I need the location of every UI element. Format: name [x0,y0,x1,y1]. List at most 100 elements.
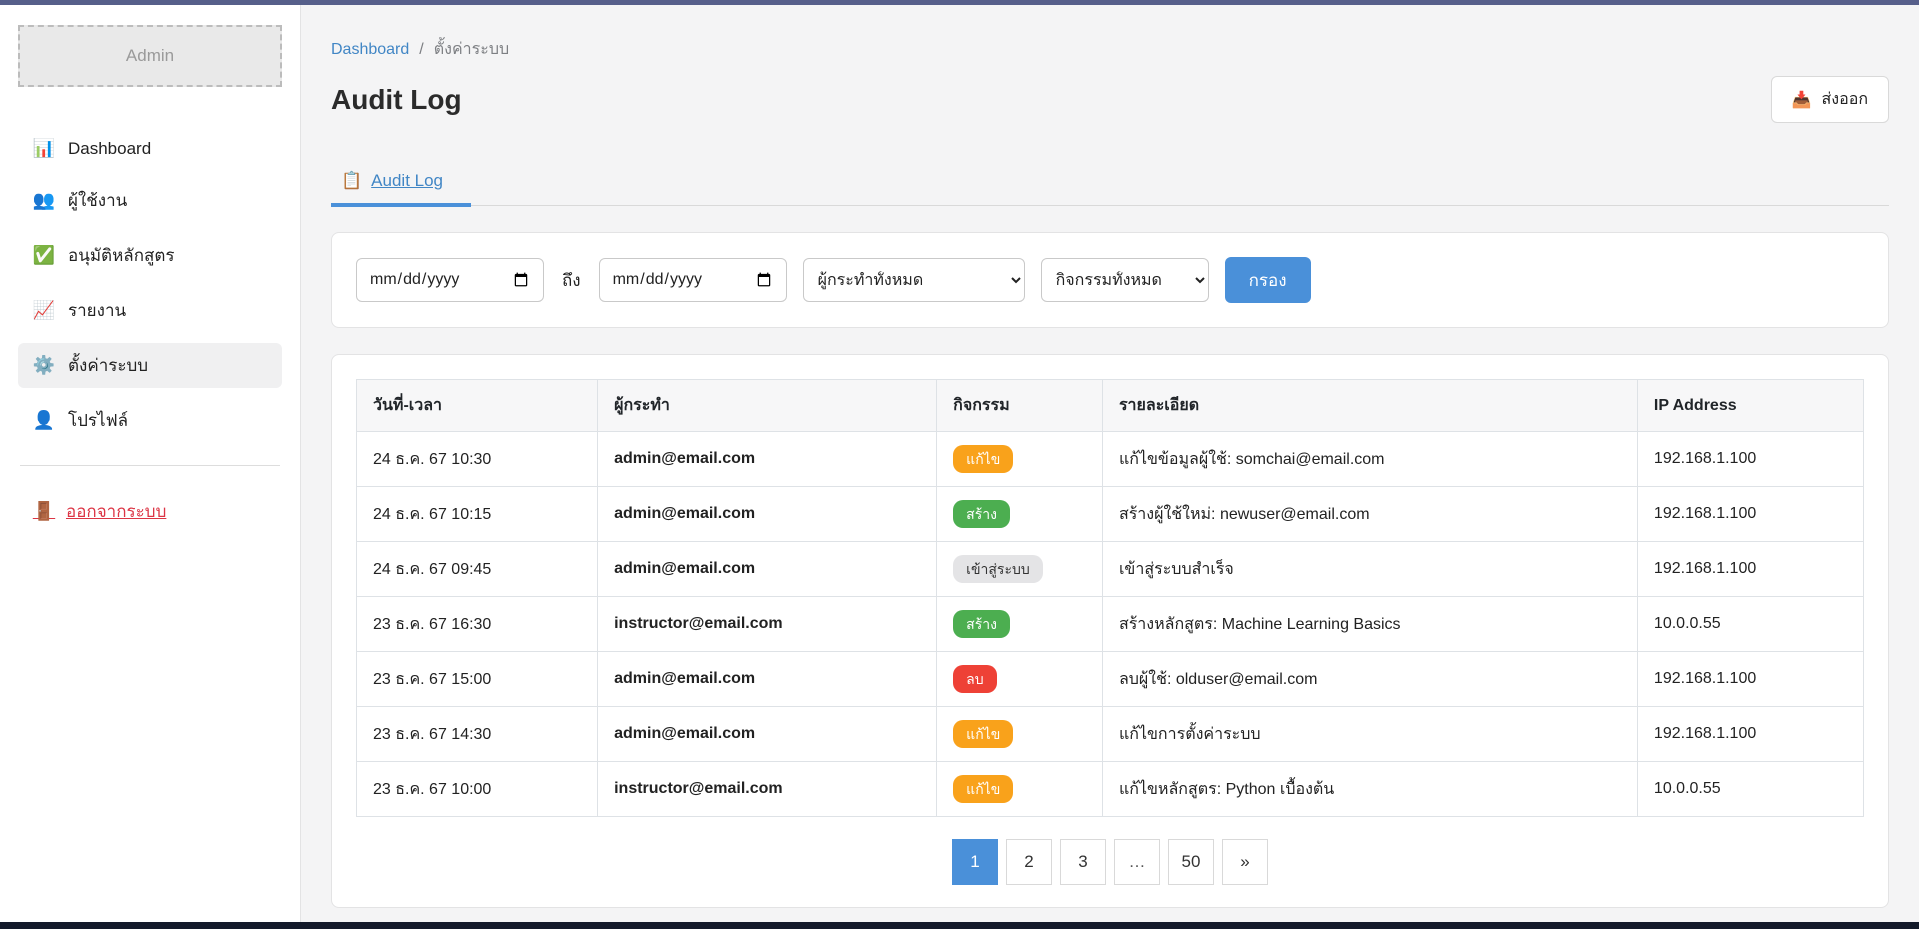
sidebar-item-system-settings[interactable]: ⚙️ ตั้งค่าระบบ [18,343,282,388]
action-badge: เข้าสู่ระบบ [953,555,1043,583]
chart-line-icon: 📈 [32,300,56,321]
export-button-label: ส่งออก [1822,87,1868,112]
tab-audit-log[interactable]: 📋 Audit Log [331,171,471,207]
filter-button[interactable]: กรอง [1225,257,1311,303]
bar-chart-icon: 📊 [32,138,56,159]
cell-details: แก้ไขการตั้งค่าระบบ [1102,707,1637,762]
header-details: รายละเอียด [1102,380,1637,432]
cell-datetime: 23 ธ.ค. 67 15:00 [357,652,598,707]
breadcrumb: Dashboard / ตั้งค่าระบบ [331,37,1889,62]
export-button[interactable]: 📥 ส่งออก [1771,76,1889,123]
main-content: Dashboard / ตั้งค่าระบบ Audit Log 📥 ส่งอ… [301,5,1919,922]
header-activity: กิจกรรม [937,380,1103,432]
sidebar-item-label: Dashboard [68,139,151,159]
sidebar-item-profile[interactable]: 👤 โปรไฟล์ [18,398,282,443]
table-row: 23 ธ.ค. 67 14:30 admin@email.com แก้ไข แ… [357,707,1864,762]
cell-details: สร้างผู้ใช้ใหม่: newuser@email.com [1102,487,1637,542]
action-badge: แก้ไข [953,720,1013,748]
cell-actor: admin@email.com [598,432,937,487]
cell-details: แก้ไขหลักสูตร: Python เบื้องต้น [1102,762,1637,817]
sidebar-item-label: รายงาน [68,297,126,324]
table-row: 23 ธ.ค. 67 15:00 admin@email.com ลบ ลบผู… [357,652,1864,707]
cell-activity: ลบ [937,652,1103,707]
app-window: Admin 📊 Dashboard 👥 ผู้ใช้งาน ✅ อนุมัติห… [0,0,1919,929]
table-row: 23 ธ.ค. 67 16:30 instructor@email.com สร… [357,597,1864,652]
download-tray-icon: 📥 [1792,90,1812,110]
actor-select[interactable]: ผู้กระทำทั้งหมด [803,258,1025,302]
pagination-next-button[interactable]: » [1222,839,1268,885]
action-badge: ลบ [953,665,996,693]
pagination-page-1[interactable]: 1 [952,839,998,885]
cell-datetime: 24 ธ.ค. 67 09:45 [357,542,598,597]
cell-activity: แก้ไข [937,762,1103,817]
sidebar-item-reports[interactable]: 📈 รายงาน [18,288,282,333]
sidebar-divider [20,465,280,466]
cell-ip: 192.168.1.100 [1637,542,1863,597]
page-title: Audit Log [331,84,462,116]
cell-actor: admin@email.com [598,542,937,597]
table-row: 24 ธ.ค. 67 10:15 admin@email.com สร้าง ส… [357,487,1864,542]
door-icon: 🚪 [32,501,56,522]
action-badge: แก้ไข [953,445,1013,473]
cell-actor: instructor@email.com [598,762,937,817]
cell-datetime: 23 ธ.ค. 67 14:30 [357,707,598,762]
header-datetime: วันที่-เวลา [357,380,598,432]
breadcrumb-separator: / [419,41,423,59]
cell-details: แก้ไขข้อมูลผู้ใช้: somchai@email.com [1102,432,1637,487]
table-row: 23 ธ.ค. 67 10:00 instructor@email.com แก… [357,762,1864,817]
action-badge: สร้าง [953,500,1010,528]
cell-activity: เข้าสู่ระบบ [937,542,1103,597]
header-actor: ผู้กระทำ [598,380,937,432]
users-icon: 👥 [32,190,56,211]
cell-actor: admin@email.com [598,707,937,762]
cell-details: ลบผู้ใช้: olduser@email.com [1102,652,1637,707]
clipboard-icon: 📋 [341,171,362,191]
sidebar-item-users[interactable]: 👥 ผู้ใช้งาน [18,178,282,223]
date-to-input[interactable] [599,258,787,302]
sidebar-nav: 📊 Dashboard 👥 ผู้ใช้งาน ✅ อนุมัติหลักสูต… [0,129,300,443]
table-header-row: วันที่-เวลา ผู้กระทำ กิจกรรม รายละเอียด … [357,380,1864,432]
cell-datetime: 24 ธ.ค. 67 10:15 [357,487,598,542]
action-badge: แก้ไข [953,775,1013,803]
admin-logo-label: Admin [126,46,174,66]
cell-actor: admin@email.com [598,652,937,707]
audit-log-panel: วันที่-เวลา ผู้กระทำ กิจกรรม รายละเอียด … [331,354,1889,908]
date-from-input[interactable] [356,258,544,302]
sidebar-item-dashboard[interactable]: 📊 Dashboard [18,129,282,168]
table-row: 24 ธ.ค. 67 09:45 admin@email.com เข้าสู่… [357,542,1864,597]
cell-ip: 10.0.0.55 [1637,762,1863,817]
cell-activity: สร้าง [937,597,1103,652]
sidebar-item-label: โปรไฟล์ [68,407,128,434]
cell-datetime: 24 ธ.ค. 67 10:30 [357,432,598,487]
sidebar-item-label: ตั้งค่าระบบ [68,352,148,379]
check-icon: ✅ [32,245,56,266]
admin-logo-placeholder: Admin [18,25,282,87]
person-icon: 👤 [32,410,56,431]
tab-bar: 📋 Audit Log [331,171,1889,206]
gear-icon: ⚙️ [32,355,56,376]
logout-label: ออกจากระบบ [66,498,166,525]
pagination-ellipsis: … [1114,839,1160,885]
date-range-to-label: ถึง [560,267,583,294]
pagination-page-3[interactable]: 3 [1060,839,1106,885]
window-bottom-border [0,922,1919,929]
sidebar-item-course-approval[interactable]: ✅ อนุมัติหลักสูตร [18,233,282,278]
audit-log-table: วันที่-เวลา ผู้กระทำ กิจกรรม รายละเอียด … [356,379,1864,817]
pagination-page-2[interactable]: 2 [1006,839,1052,885]
action-badge: สร้าง [953,610,1010,638]
cell-activity: สร้าง [937,487,1103,542]
logout-link[interactable]: 🚪 ออกจากระบบ [18,492,282,531]
header-ip-address: IP Address [1637,380,1863,432]
cell-ip: 192.168.1.100 [1637,707,1863,762]
sidebar: Admin 📊 Dashboard 👥 ผู้ใช้งาน ✅ อนุมัติห… [0,5,301,922]
cell-activity: แก้ไข [937,707,1103,762]
sidebar-item-label: ผู้ใช้งาน [68,187,127,214]
cell-datetime: 23 ธ.ค. 67 10:00 [357,762,598,817]
cell-ip: 192.168.1.100 [1637,432,1863,487]
cell-activity: แก้ไข [937,432,1103,487]
pagination-page-50[interactable]: 50 [1168,839,1214,885]
cell-ip: 192.168.1.100 [1637,487,1863,542]
breadcrumb-dashboard-link[interactable]: Dashboard [331,41,409,59]
cell-actor: instructor@email.com [598,597,937,652]
activity-select[interactable]: กิจกรรมทั้งหมด [1041,258,1209,302]
